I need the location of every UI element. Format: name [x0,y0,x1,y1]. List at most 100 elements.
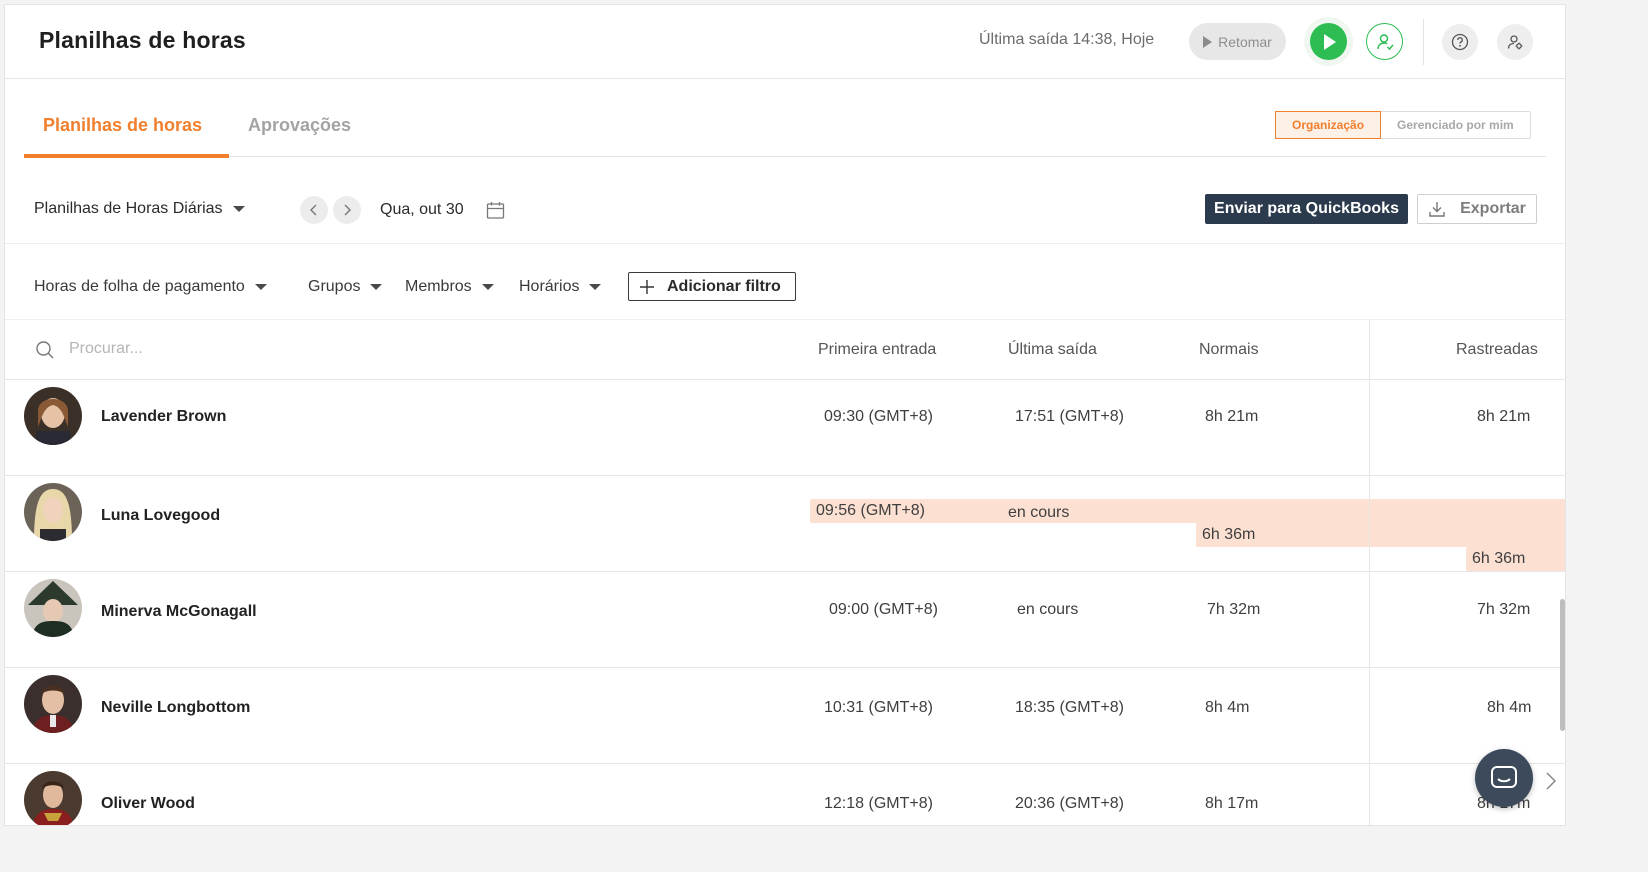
avatar [24,483,82,541]
caret-down-icon [589,284,602,290]
first-in-cell: 09:30 (GMT+8) [824,408,933,425]
member-name[interactable]: Minerva McGonagall [101,603,257,621]
member-name[interactable]: Lavender Brown [101,408,226,426]
column-first-in[interactable]: Primeira entrada [818,341,936,359]
member-name[interactable]: Luna Lovegood [101,507,220,525]
filter-schedules[interactable]: Horários [519,278,602,296]
first-in-cell: 09:00 (GMT+8) [829,601,938,618]
last-out-cell: 18:35 (GMT+8) [1015,699,1124,716]
first-in-value: 09:56 (GMT+8) [816,502,925,519]
user-check-icon [1376,33,1394,50]
export-label: Exportar [1460,200,1526,217]
help-icon [1451,33,1469,51]
send-to-quickbooks-button[interactable]: Enviar para QuickBooks [1205,194,1408,224]
page-title: Planilhas de horas [39,27,246,53]
chevron-right-icon[interactable] [1545,771,1557,791]
vertical-scrollbar[interactable] [1560,599,1565,731]
play-icon [1203,35,1213,48]
user-check-button[interactable] [1366,23,1403,60]
scope-organization[interactable]: Organização [1275,111,1382,139]
settings-icon [1507,35,1523,50]
header-divider [1423,19,1424,65]
last-out-cell: en cours [1017,601,1079,618]
start-timer-button[interactable] [1310,23,1347,60]
regular-cell-flagged: 6h 36m [1196,523,1565,547]
app-frame: Planilhas de horas Última saída 14:38, H… [4,4,1566,826]
regular-cell: 8h 21m [1205,408,1259,425]
tracked-cell-flagged: 6h 36m [1466,547,1565,571]
table-row[interactable]: Minerva McGonagall 09:00 (GMT+8) en cour… [5,572,1565,668]
chevron-left-icon [310,204,317,216]
resume-button[interactable]: Retomar [1189,23,1286,60]
column-divider [1369,320,1370,825]
filter-groups[interactable]: Grupos [308,278,383,296]
avatar [24,771,82,825]
regular-cell: 8h 17m [1205,795,1259,812]
tab-approvals[interactable]: Aprovações [248,115,351,136]
next-day-button[interactable] [333,196,361,224]
last-out-cell: en cours [1008,504,1070,521]
tracked-cell: 8h 4m [1487,699,1532,716]
resume-label: Retomar [1218,33,1272,50]
table-row[interactable]: Luna Lovegood 09:56 (GMT+8) en cours 6h … [5,476,1565,572]
add-filter-label: Adicionar filtro [667,277,781,295]
caret-down-icon [254,284,267,290]
regular-cell: 7h 32m [1207,601,1261,618]
date-picker-button[interactable] [486,201,505,225]
table-row[interactable]: Lavender Brown 09:30 (GMT+8) 17:51 (GMT+… [5,380,1565,476]
table-row[interactable]: Oliver Wood 12:18 (GMT+8) 20:36 (GMT+8) … [5,764,1565,825]
first-in-cell: 12:18 (GMT+8) [824,795,933,812]
avatar [24,387,82,445]
table-header: Primeira entrada Última saída Normais Ra… [5,320,1565,380]
filter-label: Membros [405,278,472,295]
top-bar: Planilhas de horas Última saída 14:38, H… [5,5,1565,79]
download-icon [1429,202,1445,217]
column-last-out[interactable]: Última saída [1008,341,1097,359]
add-filter-button[interactable]: Adicionar filtro [628,272,796,301]
period-label: Planilhas de Horas Diárias [34,200,223,217]
search-icon [36,341,54,359]
chevron-right-icon [344,204,351,216]
scope-managed-by-me[interactable]: Gerenciado por mim [1381,112,1530,138]
member-name[interactable]: Neville Longbottom [101,699,250,717]
filter-label: Horas de folha de pagamento [34,278,245,295]
filter-members[interactable]: Membros [405,278,494,296]
tracked-value: 6h 36m [1472,550,1526,567]
caret-down-icon [232,206,245,212]
column-regular[interactable]: Normais [1199,341,1259,359]
calendar-icon [486,202,505,219]
tab-timesheets[interactable]: Planilhas de horas [43,115,202,136]
caret-down-icon [481,284,494,290]
plus-icon [640,279,654,294]
selected-date: Qua, out 30 [380,201,464,218]
first-in-cell: 10:31 (GMT+8) [824,699,933,716]
last-exit-status: Última saída 14:38, Hoje [979,31,1155,48]
previous-day-button[interactable] [300,196,328,224]
member-name[interactable]: Oliver Wood [101,795,195,813]
toolbar: Planilhas de Horas Diárias Qua, out 30 E… [5,158,1565,244]
tracked-cell: 7h 32m [1477,601,1531,618]
settings-button[interactable] [1497,24,1533,60]
period-select[interactable]: Planilhas de Horas Diárias [34,200,245,218]
regular-cell: 8h 4m [1205,699,1250,716]
filter-payroll-hours[interactable]: Horas de folha de pagamento [34,278,267,296]
play-icon [1324,33,1336,50]
filter-label: Grupos [308,278,361,295]
last-out-cell: 17:51 (GMT+8) [1015,408,1124,425]
avatar [24,579,82,637]
regular-value: 6h 36m [1202,526,1256,543]
filter-label: Horários [519,278,580,295]
table-row[interactable]: Neville Longbottom 10:31 (GMT+8) 18:35 (… [5,668,1565,764]
tracked-cell: 8h 21m [1477,408,1531,425]
tab-bar: Planilhas de horas Aprovações Organizaçã… [24,79,1546,158]
search-input[interactable] [69,338,369,360]
chat-widget-button[interactable] [1475,749,1533,807]
last-out-cell: 20:36 (GMT+8) [1015,795,1124,812]
column-tracked[interactable]: Rastreadas [1456,341,1538,359]
scope-toggle: Organização Gerenciado por mim [1275,111,1531,139]
caret-down-icon [370,284,383,290]
export-button[interactable]: Exportar [1417,194,1537,224]
avatar [24,675,82,733]
first-in-cell-flagged: 09:56 (GMT+8) [810,499,1565,523]
help-button[interactable] [1442,24,1478,60]
